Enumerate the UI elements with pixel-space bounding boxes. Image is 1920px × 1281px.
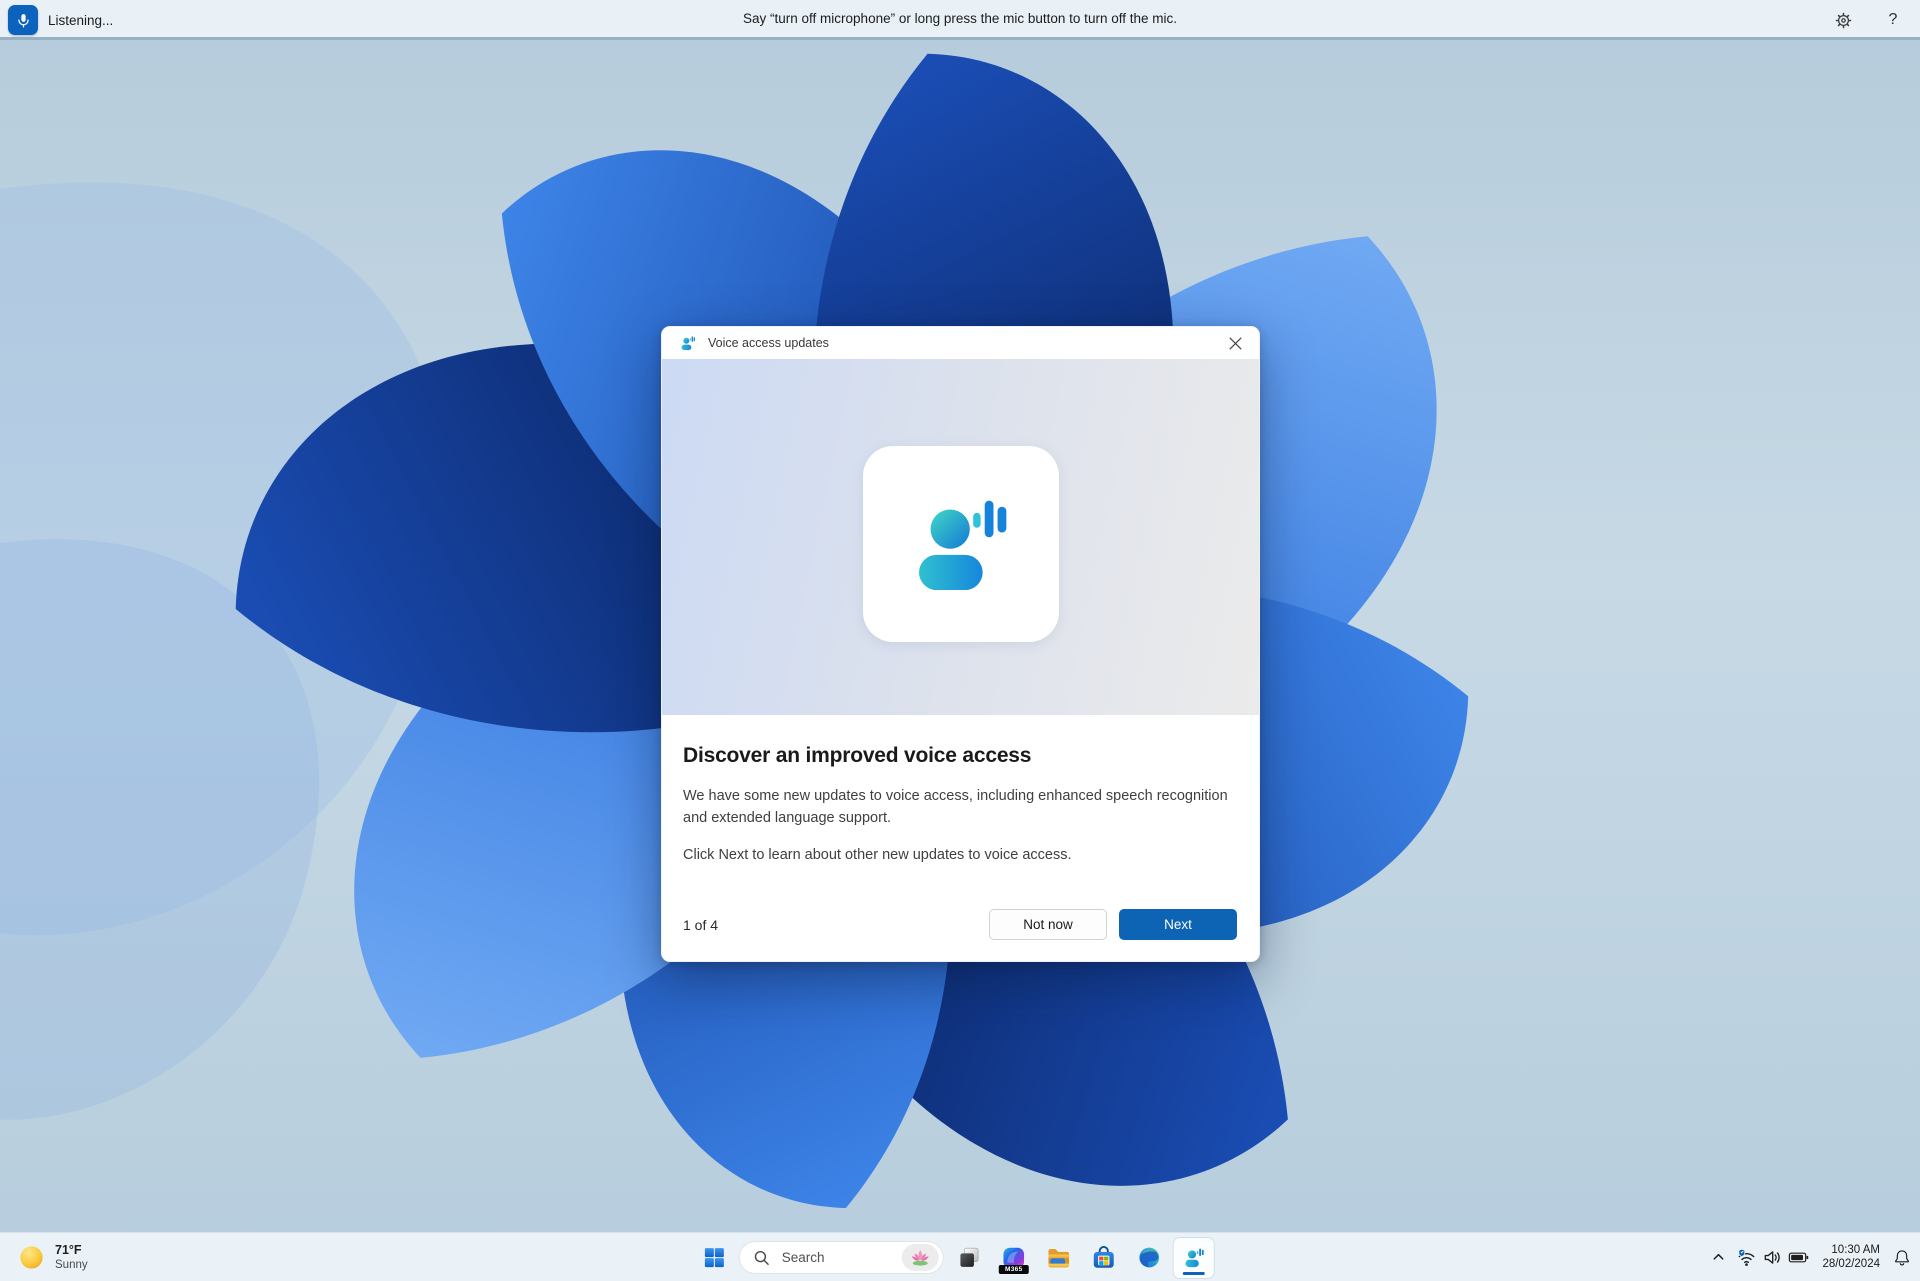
system-tray: 10:30 AM 28/02/2024 xyxy=(1707,1237,1916,1278)
windows-logo-icon xyxy=(701,1245,726,1270)
tray-date: 28/02/2024 xyxy=(1822,1258,1880,1272)
clock-date-button[interactable]: 10:30 AM 28/02/2024 xyxy=(1815,1239,1887,1277)
gear-icon xyxy=(1834,11,1853,30)
tray-time: 10:30 AM xyxy=(1822,1244,1880,1258)
network-volume-battery-button[interactable] xyxy=(1731,1239,1814,1277)
listening-status: Listening... xyxy=(48,0,113,40)
taskbar-center-apps: Search xyxy=(694,1237,1214,1278)
voice-help-button[interactable]: ? xyxy=(1878,5,1908,35)
search-highlight-thumbnail[interactable] xyxy=(902,1244,939,1271)
file-explorer-button[interactable] xyxy=(1039,1238,1079,1278)
microphone-button[interactable] xyxy=(8,5,38,35)
dialog-heading: Discover an improved voice access xyxy=(683,744,1238,768)
weather-temperature: 71°F xyxy=(55,1243,88,1258)
task-view-button[interactable] xyxy=(949,1238,989,1278)
sun-icon xyxy=(18,1244,45,1271)
voice-access-taskbar-button[interactable] xyxy=(1174,1238,1214,1278)
not-now-button[interactable]: Not now xyxy=(989,909,1107,940)
question-mark-icon: ? xyxy=(1889,11,1898,29)
lotus-flower-icon xyxy=(910,1247,931,1268)
active-app-indicator xyxy=(1183,1272,1205,1275)
weather-widget[interactable]: 71°F Sunny xyxy=(8,1237,98,1278)
microphone-icon xyxy=(15,12,32,29)
voice-access-app-icon xyxy=(678,333,698,353)
battery-icon xyxy=(1787,1246,1810,1269)
microsoft-store-button[interactable] xyxy=(1084,1238,1124,1278)
notification-center-button[interactable] xyxy=(1888,1239,1916,1277)
m365-badge-label: M365 xyxy=(999,1265,1029,1274)
dialog-content: Discover an improved voice access We hav… xyxy=(662,744,1259,866)
wifi-shield-icon xyxy=(1735,1246,1758,1269)
voice-access-taskbar-icon xyxy=(1180,1244,1207,1271)
voice-access-bar: Listening... Say “turn off microphone” o… xyxy=(0,0,1920,40)
search-placeholder: Search xyxy=(782,1250,825,1265)
start-button[interactable] xyxy=(694,1238,734,1278)
search-icon xyxy=(753,1249,771,1267)
dialog-footer: 1 of 4 Not now Next xyxy=(683,909,1237,940)
file-explorer-icon xyxy=(1046,1245,1072,1271)
microsoft-store-icon xyxy=(1091,1245,1117,1271)
chevron-up-icon xyxy=(1711,1250,1726,1265)
next-button[interactable]: Next xyxy=(1119,909,1237,940)
taskbar-search-box[interactable]: Search xyxy=(739,1241,944,1274)
dialog-titlebar: Voice access updates xyxy=(662,327,1259,359)
voice-access-icon-card xyxy=(863,446,1059,642)
voice-access-person-icon xyxy=(896,479,1026,609)
m365-copilot-button[interactable]: M365 xyxy=(994,1238,1034,1278)
pagination-indicator: 1 of 4 xyxy=(683,917,718,933)
task-view-icon xyxy=(956,1245,981,1270)
dialog-title: Voice access updates xyxy=(708,336,1217,350)
voice-access-updates-dialog: Voice access updates Discover an improve… xyxy=(661,326,1260,962)
dialog-close-button[interactable] xyxy=(1217,330,1253,356)
bell-icon xyxy=(1892,1248,1912,1268)
edge-icon xyxy=(1136,1245,1161,1270)
dialog-hero-illustration xyxy=(662,359,1259,715)
weather-condition: Sunny xyxy=(55,1258,88,1272)
volume-icon xyxy=(1761,1246,1784,1269)
close-icon xyxy=(1229,337,1242,350)
voice-settings-button[interactable] xyxy=(1828,5,1858,35)
hidden-icons-button[interactable] xyxy=(1707,1239,1730,1277)
dialog-paragraph-1: We have some new updates to voice access… xyxy=(683,785,1238,829)
dialog-paragraph-2: Click Next to learn about other new upda… xyxy=(683,844,1238,866)
taskbar: 71°F Sunny Search xyxy=(0,1232,1920,1281)
edge-browser-button[interactable] xyxy=(1129,1238,1169,1278)
voice-instruction-text: Say “turn off microphone” or long press … xyxy=(0,11,1920,26)
